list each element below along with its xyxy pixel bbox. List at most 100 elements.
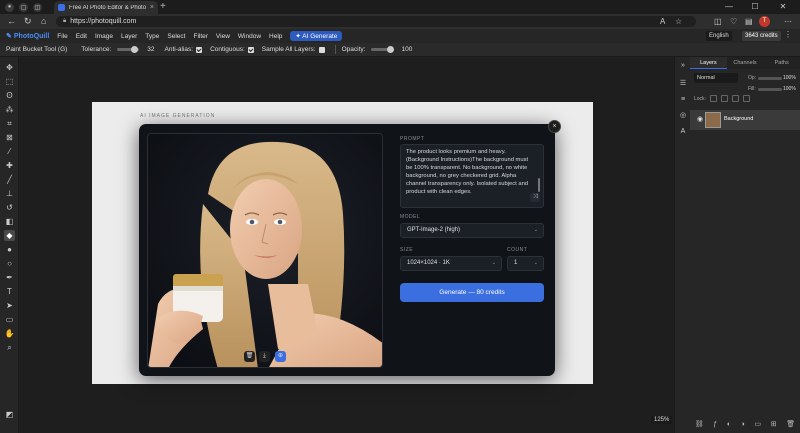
favorite-star-icon[interactable]: ☆ [675,17,682,26]
pen-tool-icon[interactable]: ✒ [4,272,15,283]
menu-more-icon[interactable]: ⋮ [784,30,792,39]
type-tool-icon[interactable]: T [4,286,15,297]
size-select[interactable]: 1024×1024 · 1K ⌄ [400,256,502,271]
adjustments-icon[interactable]: ≡ [678,95,688,105]
modal-close-button[interactable]: × [548,120,561,133]
refresh-icon[interactable]: ↻ [24,16,32,27]
language-select[interactable]: English [706,31,732,41]
layer-opacity-slider[interactable] [758,77,782,80]
download-icon[interactable]: ⤓ [259,351,270,362]
blur-tool-icon[interactable]: ● [4,244,15,255]
tab-actions-icon[interactable]: ◫ [33,2,42,12]
lasso-tool-icon[interactable]: ʘ [4,90,15,101]
layer-row[interactable]: ◉ Background [690,110,800,130]
more-icon[interactable]: ⋯ [784,17,792,26]
crop-tool-icon[interactable]: ⌗ [4,118,15,129]
menu-image[interactable]: Image [95,33,113,40]
menu-layer[interactable]: Layer [121,33,137,40]
path-selection-tool-icon[interactable]: ➤ [4,300,15,311]
menu-view[interactable]: View [216,33,230,40]
browser-tab[interactable]: Free AI Photo Editor & Photosho × [54,1,158,14]
new-tab-button[interactable]: + [160,1,166,12]
healing-tool-icon[interactable]: ✚ [4,160,15,171]
visibility-eye-icon[interactable]: ◉ [697,115,703,123]
lock-all-icon[interactable] [742,95,750,102]
delete-layer-icon[interactable]: 🗑︎ [786,420,795,428]
shape-tool-icon[interactable]: ▭ [4,314,15,325]
marquee-tool-icon[interactable]: ⬚ [4,76,15,87]
delete-icon[interactable]: 🗑︎ [244,351,255,362]
add-to-canvas-icon[interactable]: ⊕ [275,351,286,362]
link-layers-icon[interactable]: ⛓ [695,420,704,428]
sample-all-checkbox[interactable] [318,46,325,53]
frame-tool-icon[interactable]: ⊠ [4,132,15,143]
eyedropper-tool-icon[interactable]: ⁄ [4,146,15,157]
tab-close-icon[interactable]: × [150,4,154,11]
generate-button[interactable]: Generate — 80 credits [400,283,544,302]
opacity-value[interactable]: 100 [401,46,412,53]
minimize-button[interactable]: — [718,0,740,14]
zoom-tool-icon[interactable]: ⌕ [4,342,15,353]
properties-icon[interactable]: ◎ [678,111,688,121]
count-select[interactable]: 1 ⌄ [507,256,544,271]
workspaces-icon[interactable]: ▢ [19,2,28,12]
back-icon[interactable]: ← [7,16,16,27]
layer-fill-value[interactable]: 100% [783,86,796,92]
layer-style-icon[interactable]: ƒ [713,421,717,428]
window-close-button[interactable]: ✕ [772,0,794,14]
new-group-icon[interactable]: ▭ [755,420,762,428]
blend-mode-select[interactable]: Normal [694,73,738,83]
ai-generate-button[interactable]: ✦ AI Generate [290,31,343,41]
contiguous-checkbox[interactable] [247,46,254,53]
prompt-textarea[interactable]: The product looks premium and heavy. (Ba… [400,144,544,208]
color-swatches-icon[interactable]: ◩ [4,409,15,420]
tab-layers[interactable]: Layers [690,57,727,69]
lock-pixels-icon[interactable] [720,95,728,102]
menu-edit[interactable]: Edit [76,33,87,40]
tolerance-slider[interactable] [117,46,140,53]
move-tool-icon[interactable]: ✥ [4,62,15,73]
home-icon[interactable]: ⌂ [41,16,46,27]
antialias-checkbox[interactable] [196,46,203,53]
favorites-icon[interactable]: ♡ [730,17,737,26]
maximize-button[interactable]: ☐ [744,0,766,14]
profile-avatar[interactable]: T [759,16,770,27]
magic-wand-tool-icon[interactable]: ⁂ [4,104,15,115]
read-aloud-icon[interactable]: A [660,17,665,26]
shuffle-prompt-icon[interactable]: ⤨ [530,193,540,202]
layer-name[interactable]: Background [724,116,753,122]
app-logo[interactable]: ✎ PhotoQuill [6,32,49,41]
layer-fill-slider[interactable] [758,88,782,91]
brush-tool-icon[interactable]: ╱ [4,174,15,185]
model-select[interactable]: GPT-Image-2 (high) ⌄ [400,223,544,238]
menu-select[interactable]: Select [167,33,185,40]
layer-opacity-value[interactable]: 100% [783,75,796,81]
menu-file[interactable]: File [57,33,67,40]
history-brush-tool-icon[interactable]: ↺ [4,202,15,213]
tab-paths[interactable]: Paths [763,57,800,69]
credits-badge[interactable]: 3643 credits [742,31,781,41]
profile-icon[interactable]: ● [5,2,14,12]
new-layer-icon[interactable]: ⊞ [771,420,777,428]
tolerance-value[interactable]: 32 [147,46,154,53]
character-icon[interactable]: A [678,127,688,137]
menu-type[interactable]: Type [145,33,159,40]
eraser-tool-icon[interactable]: ◧ [4,216,15,227]
zoom-level[interactable]: 125% [651,416,673,424]
opacity-slider[interactable] [371,46,395,53]
menu-filter[interactable]: Filter [193,33,207,40]
tab-channels[interactable]: Channels [726,57,764,69]
collapse-panel-icon[interactable]: » [678,61,688,71]
add-mask-icon[interactable]: ◐ [727,421,731,428]
prompt-scrollbar[interactable] [538,178,540,192]
history-icon[interactable]: ☰ [678,79,688,89]
lock-transparency-icon[interactable] [709,95,717,102]
collections-icon[interactable]: ▤ [745,17,753,26]
hand-tool-icon[interactable]: ✋ [4,328,15,339]
menu-help[interactable]: Help [269,33,282,40]
url-input[interactable]: 🔒︎ https://photoquill.com [56,16,696,27]
lock-position-icon[interactable] [731,95,739,102]
menu-window[interactable]: Window [238,33,261,40]
split-screen-icon[interactable]: ◫ [714,17,722,26]
dodge-tool-icon[interactable]: ○ [4,258,15,269]
